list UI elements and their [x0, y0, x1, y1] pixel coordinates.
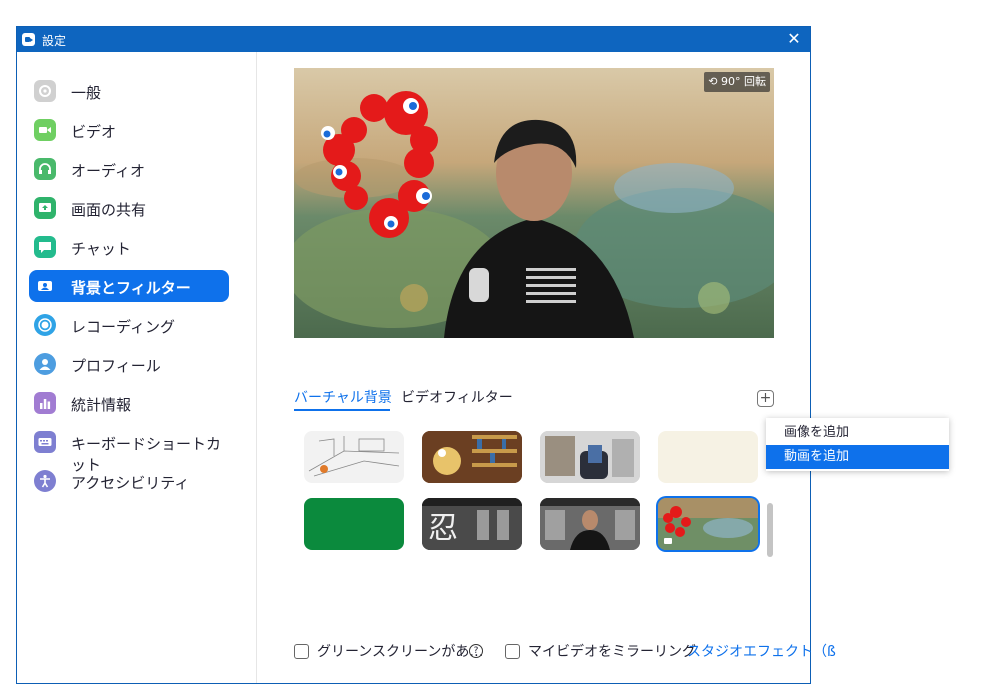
settings-sidebar: 一般 ビデオ オーディオ 画面の共有 チャット 背景とフィルター レコーディング… — [17, 52, 257, 683]
office-chair-image — [540, 431, 640, 483]
rotate-icon: ⟲ — [708, 75, 721, 88]
sidebar-item-label: プロフィール — [71, 357, 161, 375]
settings-window: 設定 ✕ 一般 ビデオ オーディオ 画面の共有 チャット 背景とフィルター レコ… — [16, 26, 836, 684]
sidebar-item-recording[interactable]: レコーディング — [29, 309, 229, 341]
green-screen-label: グリーンスクリーンがあ… — [317, 644, 484, 660]
background-thumbnail-selected[interactable] — [658, 498, 758, 550]
keyboard-icon — [34, 431, 56, 453]
sidebar-item-label: ビデオ — [71, 123, 117, 141]
sidebar-item-chat[interactable]: チャット — [29, 231, 229, 263]
background-thumbnail[interactable] — [304, 431, 404, 483]
sidebar-item-profile[interactable]: プロフィール — [29, 348, 229, 380]
green-screen-checkbox[interactable] — [294, 644, 309, 659]
title-bar: 設定 ✕ — [17, 27, 810, 52]
rotate-90-button[interactable]: ⟲ 90° 回転 — [704, 72, 770, 92]
menu-item-add-video[interactable]: 動画を追加 — [766, 445, 949, 469]
sidebar-item-label: 統計情報 — [71, 396, 132, 414]
sidebar-item-background-filters[interactable]: 背景とフィルター — [29, 270, 229, 302]
chat-icon — [34, 236, 56, 258]
sidebar-item-label: チャット — [71, 240, 131, 258]
sidebar-item-general[interactable]: 一般 — [29, 75, 229, 107]
svg-text:忍: 忍 — [428, 511, 458, 546]
sidebar-item-keyboard-shortcuts[interactable]: キーボードショートカット — [29, 426, 229, 474]
headphones-icon — [34, 158, 56, 180]
ninja-office-image: 忍 — [422, 498, 522, 550]
background-icon — [34, 275, 56, 297]
background-thumbnail[interactable] — [540, 431, 640, 483]
close-button[interactable]: ✕ — [784, 29, 804, 49]
rotate-label: 90° 回転 — [721, 75, 766, 88]
mirror-video-label: マイビデオをミラーリング — [528, 644, 696, 660]
accessibility-icon — [34, 470, 56, 492]
background-thumbnail-green[interactable] — [304, 498, 404, 550]
office-person-image — [540, 498, 640, 550]
fantasy-city-image — [658, 498, 758, 550]
sidebar-item-label: 一般 — [71, 84, 102, 102]
record-icon — [34, 314, 56, 336]
preview-image — [294, 68, 774, 338]
tab-underline — [294, 409, 390, 411]
menu-item-add-image[interactable]: 画像を追加 — [766, 421, 949, 445]
bookshelf-image — [422, 431, 522, 483]
sketch-room-image — [308, 436, 400, 477]
profile-icon — [34, 353, 56, 375]
sidebar-item-label: 画面の共有 — [71, 201, 147, 219]
add-background-button[interactable]: + — [757, 390, 774, 407]
thumbnails-scrollbar[interactable] — [767, 503, 773, 557]
add-background-menu: 画像を追加 動画を追加 — [766, 418, 949, 471]
sidebar-item-label: オーディオ — [71, 162, 145, 180]
background-thumbnail-cream[interactable] — [658, 431, 758, 483]
background-thumbnail[interactable]: 忍 — [422, 498, 522, 550]
share-screen-icon — [34, 197, 56, 219]
camera-preview: ⟲ 90° 回転 — [294, 68, 774, 338]
background-thumbnail[interactable] — [540, 498, 640, 550]
sidebar-item-accessibility[interactable]: アクセシビリティ — [29, 465, 229, 497]
stats-icon — [34, 392, 56, 414]
sidebar-item-label: レコーディング — [71, 318, 175, 336]
sidebar-item-video[interactable]: ビデオ — [29, 114, 229, 146]
background-thumbnail[interactable] — [422, 431, 522, 483]
gear-icon — [34, 80, 56, 102]
video-icon — [34, 119, 56, 141]
sidebar-item-label: 背景とフィルター — [71, 279, 191, 297]
studio-effects-link[interactable]: スタジオエフェクト（ß — [687, 641, 836, 661]
help-icon[interactable]: ? — [469, 644, 483, 658]
zoom-app-icon — [22, 33, 35, 46]
mirror-video-checkbox[interactable] — [505, 644, 520, 659]
tab-virtual-background[interactable]: バーチャル背景 — [294, 387, 392, 407]
window-title: 設定 — [42, 34, 67, 48]
sidebar-item-statistics[interactable]: 統計情報 — [29, 387, 229, 419]
sidebar-item-audio[interactable]: オーディオ — [29, 153, 229, 185]
tab-video-filter[interactable]: ビデオフィルター — [401, 387, 513, 407]
sidebar-item-label: アクセシビリティ — [71, 474, 190, 492]
sidebar-item-share-screen[interactable]: 画面の共有 — [29, 192, 229, 224]
